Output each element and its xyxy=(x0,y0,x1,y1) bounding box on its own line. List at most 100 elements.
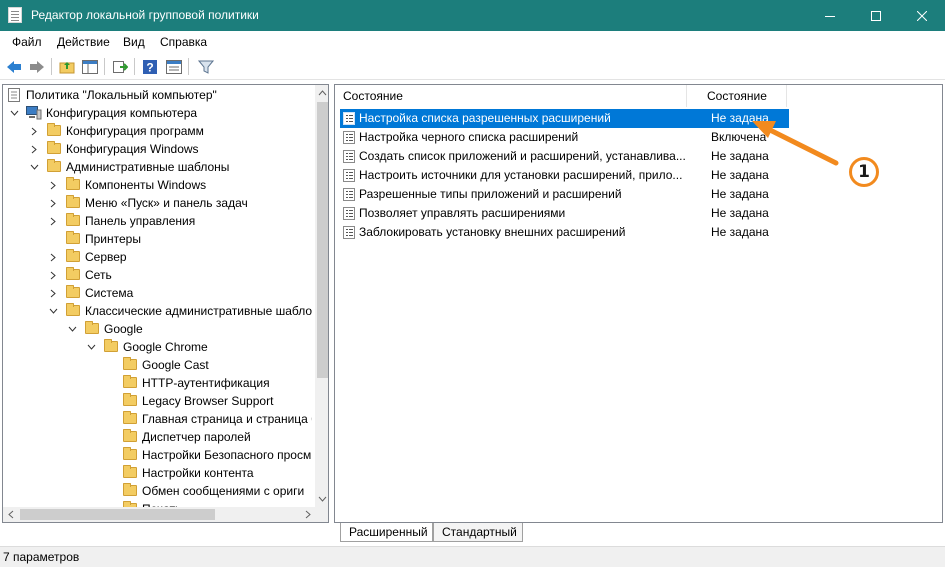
tree-item-software-settings[interactable]: Конфигурация программ xyxy=(6,122,306,140)
filter-button[interactable] xyxy=(196,57,216,76)
up-folder-button[interactable] xyxy=(57,57,77,76)
chevron-right-icon[interactable] xyxy=(47,212,59,230)
tree-item-label: Сервер xyxy=(85,250,127,264)
svg-text:?: ? xyxy=(146,60,153,74)
folder-icon xyxy=(123,357,137,370)
tree-item-native-messaging[interactable]: Обмен сообщениями с ориги xyxy=(6,482,312,500)
tree-item-google-chrome[interactable]: Google Chrome xyxy=(6,338,306,356)
tree-item-legacy-browser-support[interactable]: Legacy Browser Support xyxy=(6,392,312,410)
chevron-down-icon[interactable] xyxy=(28,158,40,176)
tree-item-network[interactable]: Сеть xyxy=(6,266,306,284)
folder-icon xyxy=(47,159,61,172)
list-row[interactable]: Настройка черного списка расширений Вклю… xyxy=(340,128,789,147)
setting-name: Настройка черного списка расширений xyxy=(359,130,579,144)
chevron-down-icon[interactable] xyxy=(66,320,78,338)
filter-icon xyxy=(198,60,214,74)
tab-extended[interactable]: Расширенный xyxy=(340,523,433,542)
tree-item-server[interactable]: Сервер xyxy=(6,248,306,266)
tree-item-windows-components[interactable]: Компоненты Windows xyxy=(6,176,306,194)
up-folder-icon xyxy=(59,61,75,73)
menu-view[interactable]: Вид xyxy=(123,35,145,49)
tree-item-label: Меню «Пуск» и панель задач xyxy=(85,196,248,210)
menu-file[interactable]: Файл xyxy=(12,35,42,49)
tree-vertical-scrollbar[interactable] xyxy=(315,85,328,522)
tree-item-local-policy[interactable]: Политика "Локальный компьютер" xyxy=(6,86,306,104)
menu-help[interactable]: Справка xyxy=(160,35,207,49)
list-row[interactable]: Заблокировать установку внешних расширен… xyxy=(340,223,789,242)
export-list-button[interactable] xyxy=(110,57,130,76)
list-row[interactable]: Настройка списка разрешенных расширений … xyxy=(340,109,789,128)
tree-item-label: Настройки Безопасного просм xyxy=(142,448,312,462)
tree-item-printers[interactable]: Принтеры xyxy=(6,230,306,248)
scroll-thumb[interactable] xyxy=(317,102,328,378)
list-row[interactable]: Создать список приложений и расширений, … xyxy=(340,147,789,166)
folder-icon xyxy=(85,321,99,334)
tree-item-admin-templates[interactable]: Административные шаблоны xyxy=(6,158,306,176)
column-header-state[interactable]: Состояние xyxy=(707,85,767,107)
scroll-thumb[interactable] xyxy=(20,509,215,520)
list-header: Состояние Состояние xyxy=(335,85,942,107)
chevron-down-icon[interactable] xyxy=(85,338,97,356)
list-row[interactable]: Разрешенные типы приложений и расширений… xyxy=(340,185,789,204)
tree-horizontal-scrollbar[interactable] xyxy=(3,507,315,522)
tree-item-homepage[interactable]: Главная страница и страница б xyxy=(6,410,312,428)
minimize-icon xyxy=(825,15,835,17)
help-button[interactable]: ? xyxy=(140,57,160,76)
scroll-down-button[interactable] xyxy=(315,491,328,506)
forward-button[interactable] xyxy=(27,57,47,76)
settings-list-pane[interactable]: Состояние Состояние Настройка списка раз… xyxy=(334,84,943,523)
close-icon xyxy=(917,10,927,21)
tree-item-windows-settings[interactable]: Конфигурация Windows xyxy=(6,140,306,158)
tab-standard[interactable]: Стандартный xyxy=(433,523,523,542)
back-button[interactable] xyxy=(4,57,24,76)
maximize-button[interactable] xyxy=(853,0,899,31)
tree-item-label: Панель управления xyxy=(85,214,196,228)
tree-item-label: Конфигурация Windows xyxy=(66,142,199,156)
chevron-down-icon[interactable] xyxy=(47,302,59,320)
menu-action[interactable]: Действие xyxy=(57,35,110,49)
minimize-button[interactable] xyxy=(807,0,853,31)
tree-item-google-cast[interactable]: Google Cast xyxy=(6,356,312,374)
folder-icon xyxy=(123,483,137,496)
list-row[interactable]: Настроить источники для установки расшир… xyxy=(340,166,789,185)
scroll-right-button[interactable] xyxy=(300,507,315,522)
tree-item-start-menu[interactable]: Меню «Пуск» и панель задач xyxy=(6,194,306,212)
tree-item-http-auth[interactable]: HTTP-аутентификация xyxy=(6,374,312,392)
properties-button[interactable] xyxy=(164,57,184,76)
chevron-right-icon[interactable] xyxy=(47,284,59,302)
chevron-right-icon[interactable] xyxy=(47,176,59,194)
chevron-down-icon[interactable] xyxy=(8,104,20,122)
folder-icon xyxy=(123,465,137,478)
toolbar-separator xyxy=(104,58,105,75)
list-row[interactable]: Позволяет управлять расширениями Не зада… xyxy=(340,204,789,223)
tree-item-password-manager[interactable]: Диспетчер паролей xyxy=(6,428,312,446)
tree-item-content-settings[interactable]: Настройки контента xyxy=(6,464,312,482)
close-button[interactable] xyxy=(899,0,945,31)
setting-icon xyxy=(343,226,355,239)
toolbar-separator xyxy=(51,58,52,75)
toolbar-separator xyxy=(134,58,135,75)
tree-item-classic-admin-templates[interactable]: Классические административные шаблоны xyxy=(6,302,312,320)
chevron-right-icon[interactable] xyxy=(47,194,59,212)
column-header-setting[interactable]: Состояние xyxy=(343,85,403,107)
tree-item-safe-browsing[interactable]: Настройки Безопасного просм xyxy=(6,446,312,464)
show-hide-tree-button[interactable] xyxy=(80,57,100,76)
setting-state: Не задана xyxy=(711,168,769,182)
tree-item-label: Конфигурация программ xyxy=(66,124,204,138)
forward-icon xyxy=(30,60,44,73)
tree-item-system[interactable]: Система xyxy=(6,284,306,302)
tree-item-control-panel[interactable]: Панель управления xyxy=(6,212,306,230)
tree-item-google[interactable]: Google xyxy=(6,320,306,338)
help-icon: ? xyxy=(143,59,157,74)
tree-pane[interactable]: Политика "Локальный компьютер" Конфигура… xyxy=(2,84,329,523)
chevron-right-icon[interactable] xyxy=(28,140,40,158)
chevron-right-icon[interactable] xyxy=(47,248,59,266)
column-divider[interactable] xyxy=(786,85,787,107)
column-divider[interactable] xyxy=(686,85,687,107)
chevron-right-icon[interactable] xyxy=(28,122,40,140)
show-hide-tree-icon xyxy=(82,59,98,74)
tree-item-computer-config[interactable]: Конфигурация компьютера xyxy=(6,104,306,122)
chevron-right-icon[interactable] xyxy=(47,266,59,284)
scroll-left-button[interactable] xyxy=(3,507,18,522)
scroll-up-button[interactable] xyxy=(315,85,328,100)
